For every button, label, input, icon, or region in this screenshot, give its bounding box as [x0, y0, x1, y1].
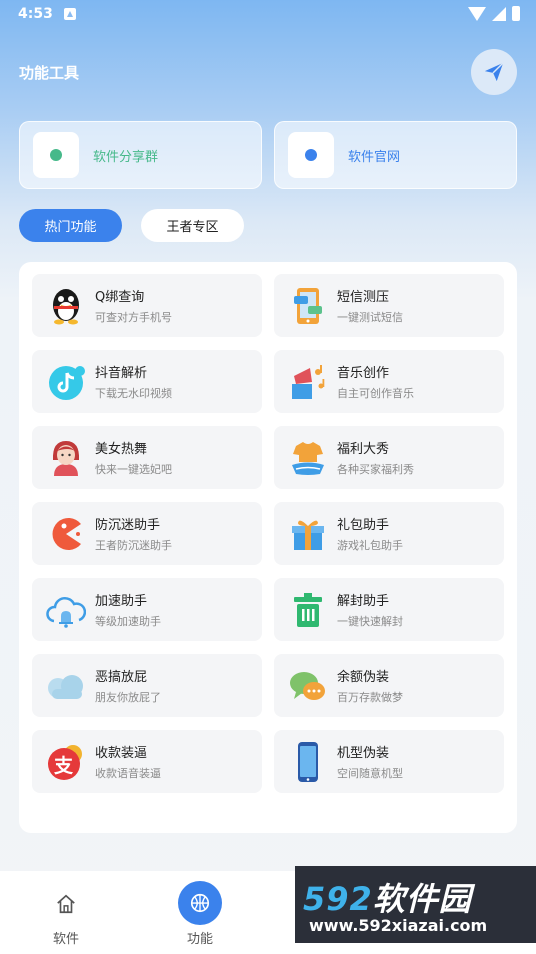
feature-title: 机型伪装 — [337, 746, 390, 761]
smartphone-icon — [288, 741, 328, 782]
feature-subtitle: 游戏礼包助手 — [337, 539, 403, 552]
feature-panel: Q绑查询 可查对方手机号 短信测压 一键测试短信 抖音解析 下载无水印视频 音乐… — [19, 262, 517, 833]
watermark-brand: 软件园 — [372, 880, 472, 918]
send-button[interactable] — [471, 49, 517, 95]
feature-subtitle: 可查对方手机号 — [95, 311, 172, 324]
cloud-icon — [46, 666, 86, 706]
sms-phone-icon — [288, 286, 328, 326]
quick-link-label: 软件分享群 — [93, 149, 159, 165]
feature-douyin-parse[interactable]: 抖音解析 下载无水印视频 — [32, 350, 262, 413]
watermark-url: www.592xiazai.com — [309, 916, 488, 935]
feature-subtitle: 收款语音装逼 — [95, 767, 161, 780]
qq-penguin-icon — [46, 286, 86, 326]
feature-title: 抖音解析 — [95, 366, 148, 381]
watermark-digits: 592 — [303, 880, 373, 918]
feature-unban-helper[interactable]: 解封助手 一键快速解封 — [274, 578, 504, 641]
feature-title: 礼包助手 — [337, 518, 390, 533]
alipay-icon: 支 — [46, 742, 86, 782]
nav-label: 软件 — [52, 932, 79, 947]
status-bar: 4:53 — [0, 0, 536, 30]
feature-prank-fart[interactable]: 恶搞放屁 朋友你放屁了 — [32, 654, 262, 717]
quick-link-official-site[interactable]: 软件官网 — [274, 121, 517, 189]
feature-welfare-show[interactable]: 福利大秀 各种买家福利秀 — [274, 426, 504, 489]
feature-subtitle: 王者防沉迷助手 — [95, 539, 172, 552]
feature-anti-addiction[interactable]: 防沉迷助手 王者防沉迷助手 — [32, 502, 262, 565]
feature-gift-helper[interactable]: 礼包助手 游戏礼包助手 — [274, 502, 504, 565]
feature-title: Q绑查询 — [95, 290, 145, 305]
feature-title: 福利大秀 — [337, 442, 390, 457]
svg-text:支: 支 — [53, 755, 74, 777]
tab-hot-features[interactable]: 热门功能 — [19, 209, 122, 242]
share-group-icon — [33, 132, 79, 178]
feature-title: 恶搞放屁 — [95, 670, 148, 685]
quick-link-share-group[interactable]: 软件分享群 — [19, 121, 262, 189]
trash-bin-icon — [288, 590, 328, 630]
quick-link-label: 软件官网 — [348, 149, 401, 165]
feature-title: 音乐创作 — [337, 366, 390, 381]
feature-subtitle: 各种买家福利秀 — [337, 463, 414, 476]
feature-subtitle: 百万存款做梦 — [337, 691, 403, 704]
wifi-icon — [468, 6, 486, 21]
clothes-icon — [288, 438, 328, 478]
cloud-bell-icon — [46, 590, 86, 630]
feature-subtitle: 空间随意机型 — [337, 767, 403, 780]
status-time: 4:53 — [18, 6, 53, 22]
feature-subtitle: 下载无水印视频 — [95, 387, 172, 400]
girl-avatar-icon — [46, 438, 86, 478]
basketball-icon — [178, 881, 222, 925]
tab-king-zone[interactable]: 王者专区 — [141, 209, 244, 242]
pacman-icon — [46, 514, 86, 554]
home-icon — [57, 894, 75, 914]
feature-subtitle: 自主可创作音乐 — [337, 387, 414, 400]
feature-payment-show-off[interactable]: 支 收款装逼 收款语音装逼 — [32, 730, 262, 793]
page-title: 功能工具 — [19, 64, 80, 82]
feature-hot-dance[interactable]: 美女热舞 快来一键选妃吧 — [32, 426, 262, 489]
feature-subtitle: 快来一键选妃吧 — [95, 463, 172, 476]
signal-icon — [492, 6, 506, 21]
nav-label: 功能 — [186, 932, 213, 947]
feature-subtitle: 一键快速解封 — [337, 615, 403, 628]
feature-sms-stress-test[interactable]: 短信测压 一键测试短信 — [274, 274, 504, 337]
feature-speed-up[interactable]: 加速助手 等级加速助手 — [32, 578, 262, 641]
official-site-icon — [288, 132, 334, 178]
feature-title: 加速助手 — [95, 594, 148, 609]
feature-model-disguise[interactable]: 机型伪装 空间随意机型 — [274, 730, 504, 793]
feature-subtitle: 一键测试短信 — [337, 311, 403, 324]
battery-icon — [512, 6, 520, 21]
feature-title: 收款装逼 — [95, 746, 148, 761]
music-icon — [288, 362, 328, 402]
gift-icon — [288, 514, 328, 554]
feature-title: 防沉迷助手 — [95, 518, 161, 533]
notification-icon — [64, 8, 76, 20]
feature-music-creation[interactable]: 音乐创作 自主可创作音乐 — [274, 350, 504, 413]
feature-balance-disguise[interactable]: 余额伪装 百万存款做梦 — [274, 654, 504, 717]
tiktok-icon — [46, 362, 86, 402]
feature-q-bind-lookup[interactable]: Q绑查询 可查对方手机号 — [32, 274, 262, 337]
feature-title: 余额伪装 — [337, 670, 390, 685]
feature-subtitle: 朋友你放屁了 — [95, 691, 161, 704]
feature-title: 美女热舞 — [95, 442, 148, 457]
feature-subtitle: 等级加速助手 — [95, 615, 161, 628]
chat-bubbles-icon — [288, 666, 328, 706]
watermark-logo: 592软件园 www.592xiazai.com — [295, 866, 536, 943]
feature-title: 短信测压 — [337, 290, 390, 305]
paper-plane-icon — [484, 62, 504, 82]
feature-title: 解封助手 — [337, 594, 390, 609]
